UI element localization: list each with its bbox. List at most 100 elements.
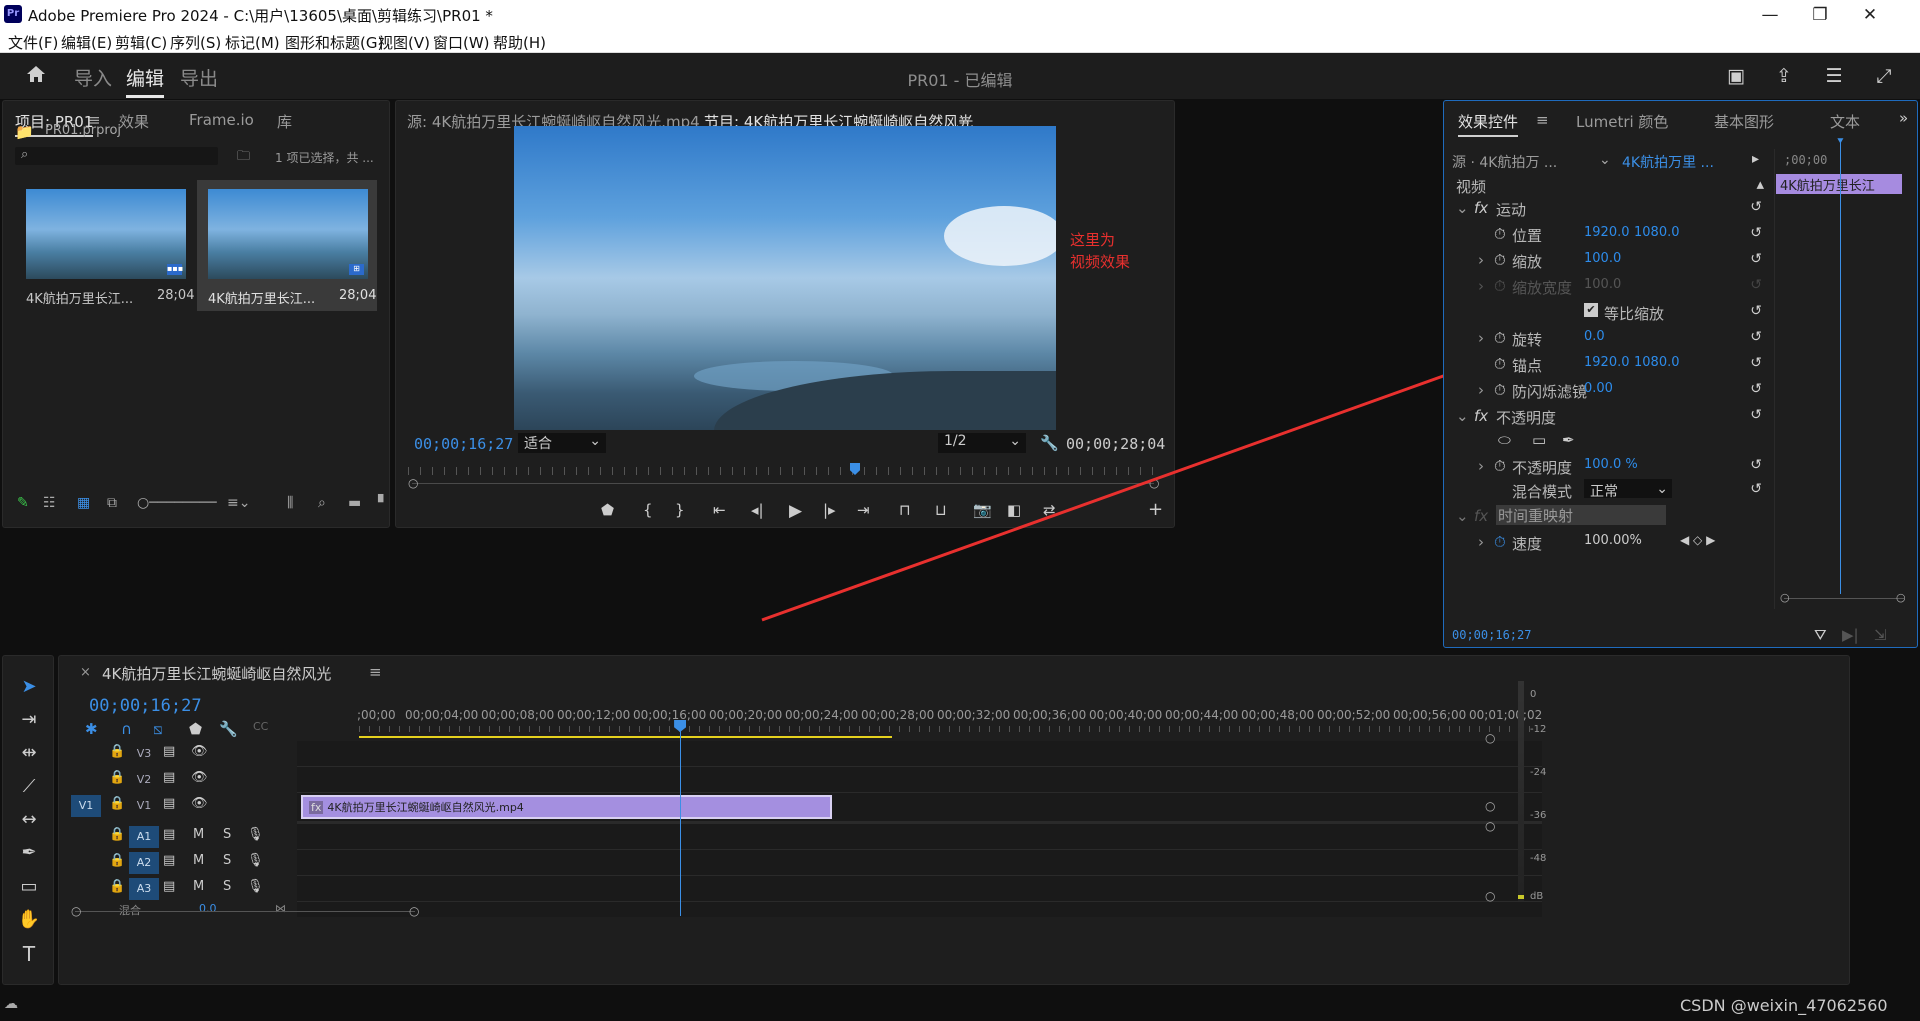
expand-icon[interactable]: ⌄: [1456, 407, 1469, 425]
rotation-value[interactable]: 0.0: [1584, 329, 1605, 344]
tab-text[interactable]: 文本: [1830, 111, 1860, 132]
stopwatch-icon[interactable]: ⏱: [1494, 225, 1506, 243]
microphone-icon[interactable]: 🎙: [247, 853, 264, 868]
reset-icon[interactable]: ↺: [1750, 407, 1762, 423]
track-label[interactable]: A1: [129, 826, 159, 848]
lock-icon[interactable]: 🔒: [109, 853, 125, 868]
close-icon[interactable]: ×: [80, 665, 91, 680]
more-tabs-icon[interactable]: »: [1899, 109, 1908, 127]
reset-icon[interactable]: ↺: [1750, 355, 1762, 371]
motion-effect[interactable]: ⌄ fx 运动 ↺: [1444, 197, 1774, 219]
reset-icon[interactable]: ↺: [1750, 329, 1762, 345]
zoom-handle-left[interactable]: ○: [71, 904, 81, 918]
rectangle-tool-icon[interactable]: ▭: [17, 876, 41, 900]
type-tool-icon[interactable]: T: [17, 942, 41, 966]
anchor-x[interactable]: 1920.0: [1584, 355, 1630, 370]
expand-icon[interactable]: ⌄: [1456, 199, 1469, 217]
solo-button[interactable]: S: [223, 879, 231, 894]
fx-icon[interactable]: fx: [1474, 407, 1488, 425]
sequence-tab[interactable]: 4K航拍万里长江蜿蜒崎岖自然风光: [102, 663, 331, 684]
nest-icon[interactable]: ✱: [85, 720, 98, 738]
expand-icon[interactable]: ›: [1478, 457, 1484, 475]
stopwatch-icon[interactable]: ⏱: [1494, 457, 1506, 475]
lock-icon[interactable]: 🔒: [109, 770, 125, 785]
hand-tool-icon[interactable]: ✋: [17, 909, 41, 933]
selection-tool-icon[interactable]: ➤: [17, 676, 41, 700]
track-label[interactable]: V3: [129, 743, 159, 765]
panel-menu-icon[interactable]: ≡: [1536, 111, 1549, 129]
sync-lock-icon[interactable]: ▤: [163, 827, 175, 842]
expand-icon[interactable]: ›: [1478, 533, 1484, 551]
scroll-handle-icon[interactable]: ○: [1485, 799, 1495, 813]
eye-icon[interactable]: 👁: [191, 796, 208, 811]
opacity-effect[interactable]: ⌄ fx 不透明度 ↺: [1444, 405, 1774, 427]
expand-icon[interactable]: ›: [1478, 329, 1484, 347]
reset-icon[interactable]: ↺: [1750, 199, 1762, 215]
scroll-handle-icon[interactable]: ○: [1485, 889, 1495, 903]
zoom-handle-right[interactable]: ○: [409, 904, 419, 918]
stopwatch-icon[interactable]: ⏱: [1494, 251, 1506, 269]
position-y[interactable]: 1080.0: [1634, 225, 1680, 240]
source-patch-label[interactable]: V1: [71, 795, 101, 817]
snap-icon[interactable]: ∩: [121, 720, 132, 738]
microphone-icon[interactable]: 🎙: [247, 879, 264, 894]
sync-lock-icon[interactable]: ▤: [163, 770, 175, 785]
mini-playhead-handle[interactable]: ⯆: [1836, 135, 1845, 149]
captions-icon[interactable]: CC: [253, 720, 268, 733]
track-label[interactable]: A3: [129, 878, 159, 900]
sync-lock-icon[interactable]: ▤: [163, 853, 175, 868]
ripple-edit-tool-icon[interactable]: ⇹: [17, 742, 41, 766]
pen-tool-icon[interactable]: ✒: [17, 842, 41, 866]
play-audio-icon[interactable]: ▸: [1752, 151, 1759, 167]
timeline-timecode[interactable]: 00;00;16;27: [89, 696, 202, 716]
sync-lock-icon[interactable]: ▤: [163, 796, 175, 811]
horizontal-zoom-bar[interactable]: [75, 911, 415, 912]
solo-button[interactable]: S: [223, 853, 231, 868]
settings-wrench-icon[interactable]: 🔧: [219, 720, 238, 738]
lock-icon[interactable]: 🔒: [109, 827, 125, 842]
opacity-value[interactable]: 100.0 %: [1584, 457, 1638, 472]
track-label[interactable]: A2: [129, 852, 159, 874]
reset-icon[interactable]: ↺: [1750, 457, 1762, 473]
reset-icon[interactable]: ↺: [1750, 251, 1762, 267]
tab-lumetri[interactable]: Lumetri 颜色: [1576, 111, 1668, 132]
mix-value[interactable]: 0.0: [199, 902, 217, 915]
stopwatch-icon[interactable]: ⏱: [1494, 381, 1506, 399]
lock-icon[interactable]: 🔒: [109, 879, 125, 894]
scroll-handle-icon[interactable]: ○: [1485, 731, 1495, 745]
slip-tool-icon[interactable]: ↔: [17, 809, 41, 833]
expand-icon[interactable]: ⌄: [1456, 507, 1469, 525]
pen-mask-icon[interactable]: ✒: [1562, 431, 1575, 449]
collapse-icon[interactable]: ▴: [1756, 175, 1764, 193]
flicker-value[interactable]: 0.00: [1584, 381, 1613, 396]
reset-icon[interactable]: ↺: [1750, 481, 1762, 497]
mute-button[interactable]: M: [193, 853, 204, 868]
mute-button[interactable]: M: [193, 827, 204, 842]
track-select-tool-icon[interactable]: ⇥: [17, 709, 41, 733]
blend-dropdown[interactable]: 正常 ⌄: [1584, 479, 1672, 500]
mini-clip-bar[interactable]: 4K航拍万里长江: [1776, 174, 1902, 194]
position-x[interactable]: 1920.0: [1584, 225, 1630, 240]
creative-cloud-icon[interactable]: ☁: [4, 996, 18, 1012]
razor-tool-icon[interactable]: ⟋: [17, 776, 41, 800]
filter-icon[interactable]: ⛛: [1814, 626, 1827, 644]
track-label[interactable]: V2: [129, 769, 159, 791]
expand-icon[interactable]: ›: [1478, 381, 1484, 399]
lock-icon[interactable]: 🔒: [109, 744, 125, 759]
eye-icon[interactable]: 👁: [191, 744, 208, 759]
scale-value[interactable]: 100.0: [1584, 251, 1621, 266]
rectangle-mask-icon[interactable]: ▭: [1532, 431, 1546, 449]
video-clip[interactable]: fx 4K航拍万里长江蜿蜒崎岖自然风光.mp4: [301, 795, 832, 819]
keyframe-nav-icon[interactable]: ◀ ◇ ▶: [1680, 533, 1715, 547]
scroll-handle-icon[interactable]: ○: [1485, 819, 1495, 833]
tab-effect-controls[interactable]: 效果控件: [1458, 111, 1519, 137]
speed-value[interactable]: 100.00%: [1584, 533, 1642, 548]
tab-essential-graphics[interactable]: 基本图形: [1714, 111, 1774, 132]
reset-icon[interactable]: ↺: [1750, 303, 1762, 319]
track-label[interactable]: V1: [129, 795, 159, 817]
add-marker-icon[interactable]: ⬟: [189, 720, 202, 738]
stopwatch-icon[interactable]: ⏱: [1494, 329, 1506, 347]
timeline-playhead[interactable]: [680, 720, 682, 916]
anchor-y[interactable]: 1080.0: [1634, 355, 1680, 370]
lock-icon[interactable]: 🔒: [109, 796, 125, 811]
